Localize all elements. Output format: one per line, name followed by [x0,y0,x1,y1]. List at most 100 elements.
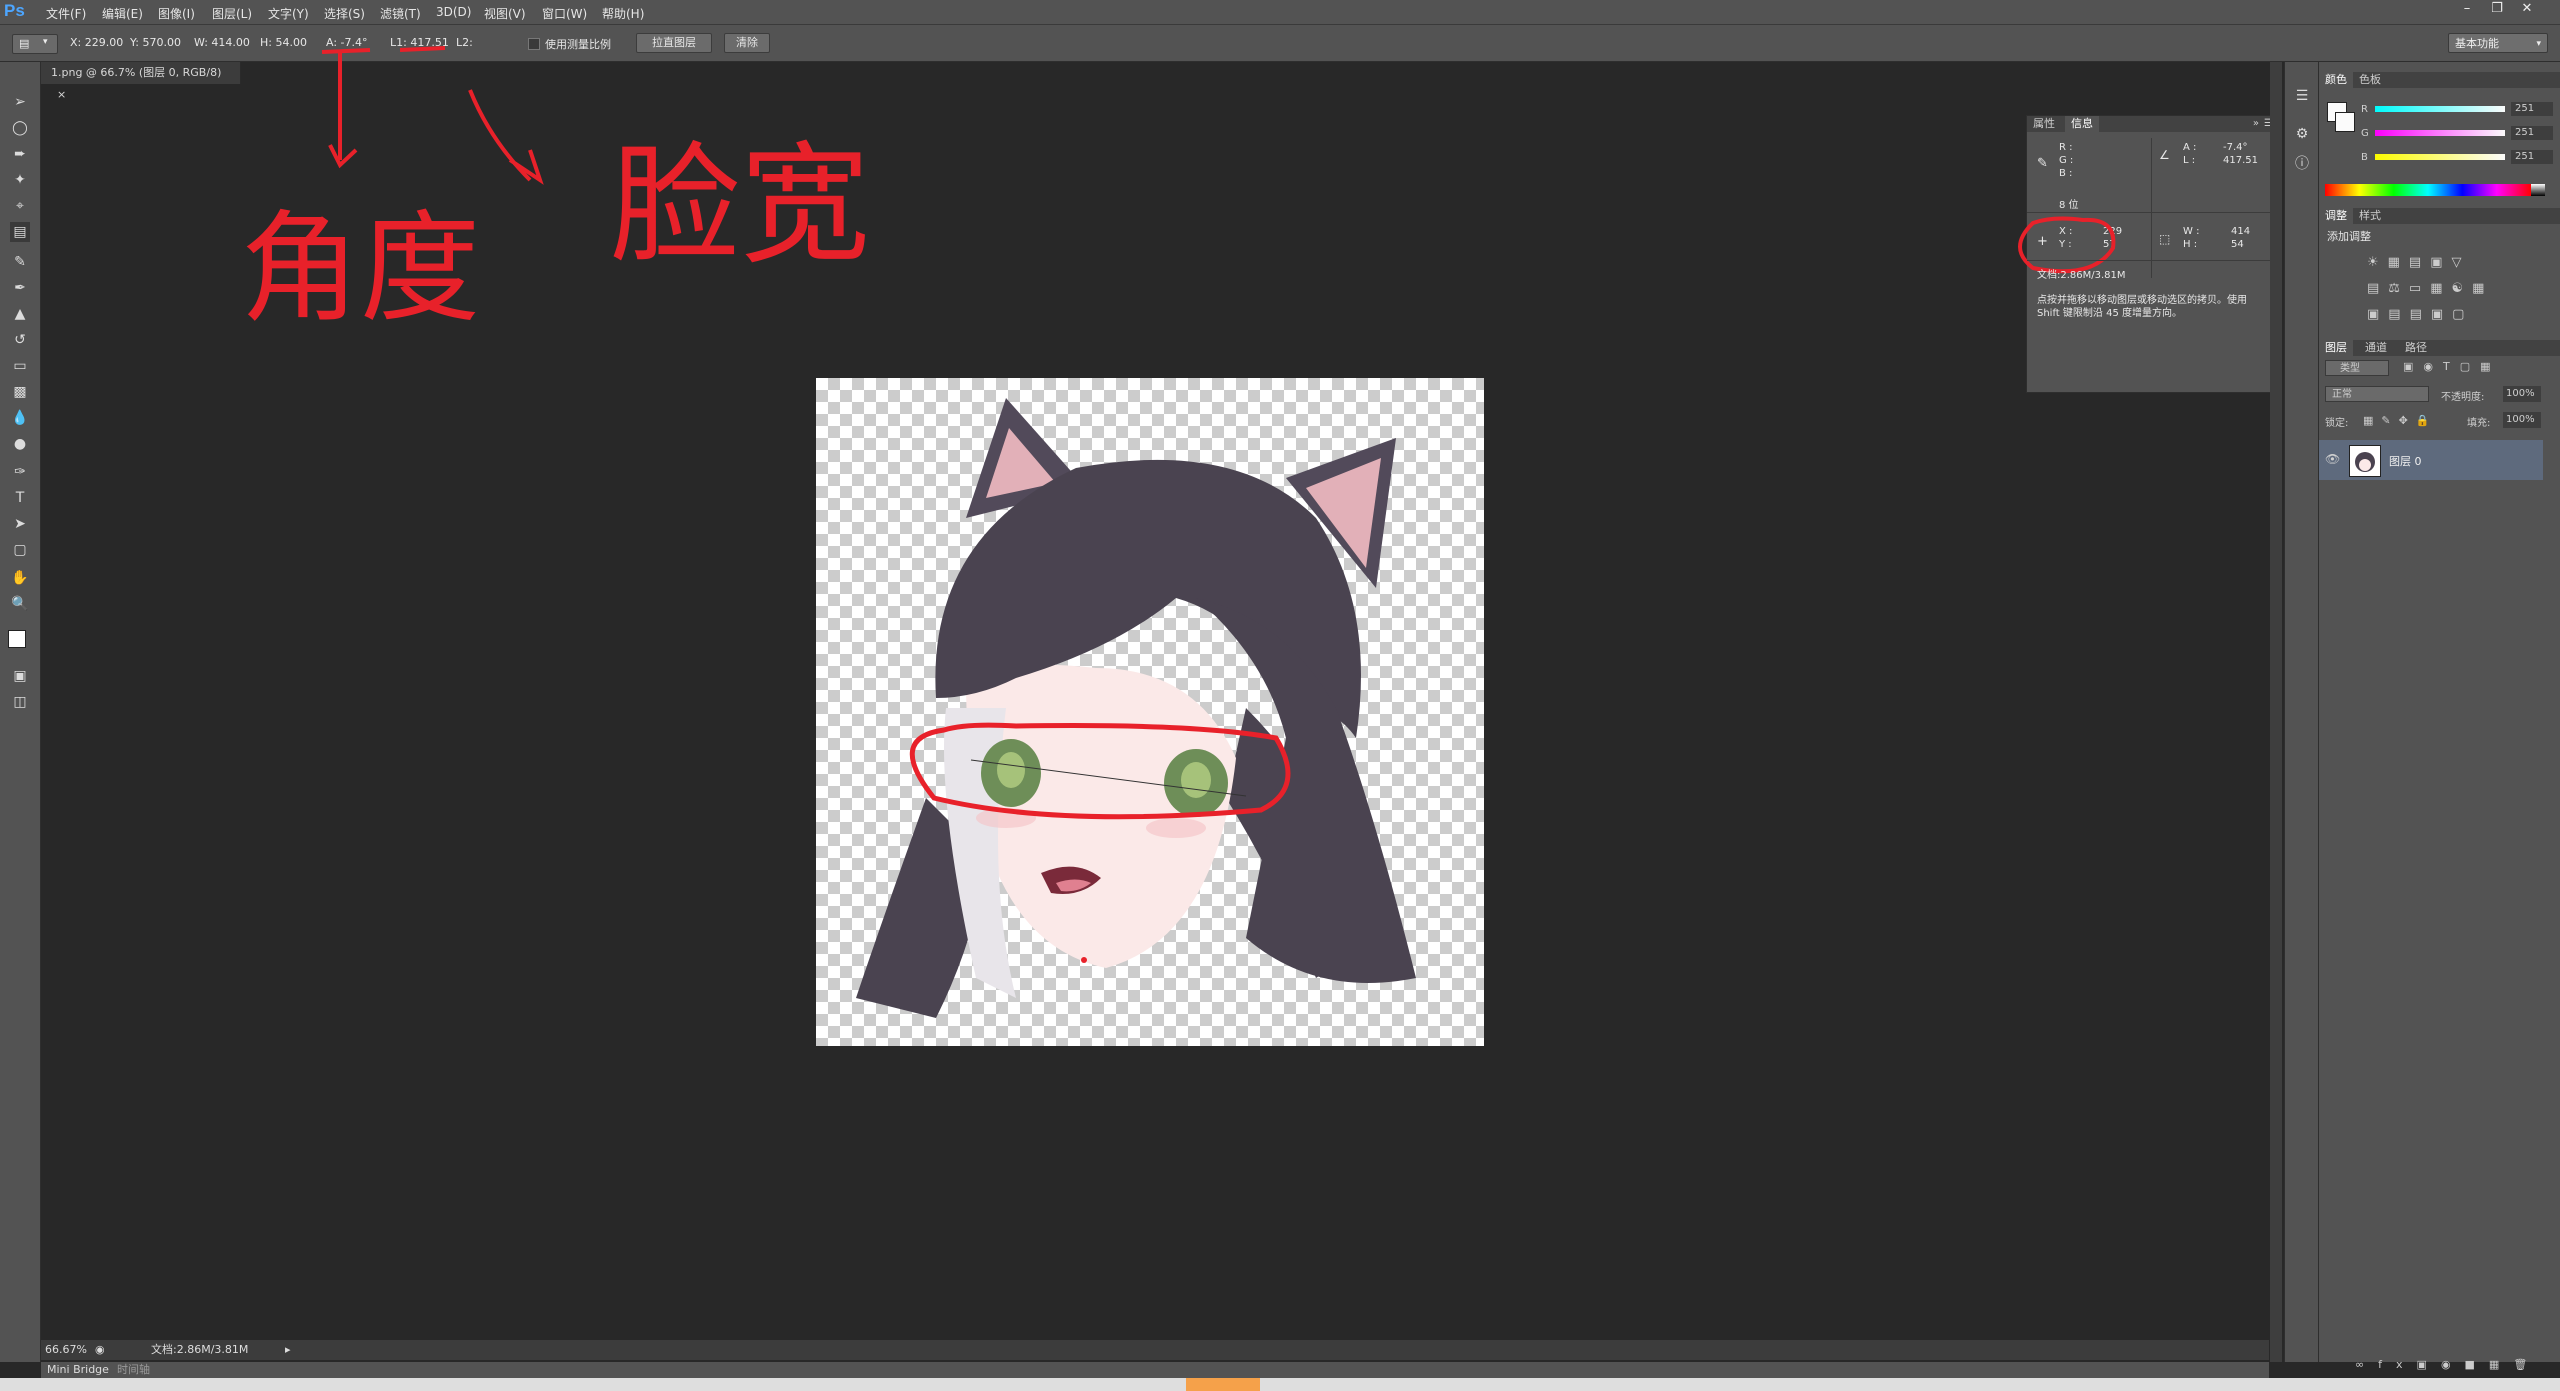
document-tab[interactable]: 1.png @ 66.7% (图层 0, RGB/8) × [41,62,241,101]
vertical-scrollbar[interactable] [2270,62,2282,1362]
document-canvas[interactable] [816,378,1484,1046]
color-spectrum-bar[interactable] [2325,184,2531,196]
properties-icon[interactable]: ⚙ [2292,124,2312,144]
quick-mask-icon[interactable]: ▣ [10,666,30,686]
tab-layers[interactable]: 图层 [2319,340,2353,356]
menu-window[interactable]: 窗口(W) [542,5,587,22]
tab-channels[interactable]: 通道 [2359,340,2393,356]
brush-tool-icon[interactable]: ✒ [10,278,30,298]
stamp-tool-icon[interactable]: ▲ [10,304,30,324]
layer-name[interactable]: 图层 0 [2389,453,2422,469]
tab-info[interactable]: 信息 [2065,116,2099,132]
layer-filter-select[interactable]: 类型 [2325,360,2389,376]
minimize-icon[interactable]: – [2452,0,2482,18]
fill-input[interactable]: 100% [2503,412,2541,428]
taskbar-active-item[interactable] [1186,1378,1260,1391]
info-l-value: 417.51 [2223,155,2258,166]
menu-file[interactable]: 文件(F) [46,5,86,22]
x-readout: X: 229.00 [70,36,124,49]
menu-view[interactable]: 视图(V) [484,5,526,22]
y-readout: Y: 570.00 [130,36,181,49]
adjustment-icons-grid[interactable]: ☀▦▤▣▽ ▤⚖▭▦☯▦ ▣▤▤▣▢ [2367,250,2517,340]
layers-footer-icons[interactable]: ∞fx▣◉■▦🗑 [2355,1358,2545,1372]
info-g-label: G : [2059,155,2074,166]
info-h-value: 54 [2231,239,2244,250]
tab-mini-bridge[interactable]: Mini Bridge [47,1362,109,1378]
color-g-slider[interactable] [2375,130,2505,136]
menu-image[interactable]: 图像(I) [158,5,195,22]
opacity-input[interactable]: 100% [2503,386,2541,402]
menu-edit[interactable]: 编辑(E) [102,5,143,22]
panel-collapse-icon[interactable]: » [2253,116,2259,132]
crop-tool-icon[interactable]: ⌖ [10,196,30,216]
info-icon[interactable]: ⓘ [2292,154,2312,174]
tab-adjustments[interactable]: 调整 [2319,208,2353,224]
background-color-swatch[interactable] [2335,112,2355,132]
bottom-panel-tabs: Mini Bridge 时间轴 [41,1362,2269,1378]
history-icon[interactable]: ☰ [2292,86,2312,106]
tab-color[interactable]: 颜色 [2319,72,2353,88]
fill-label: 填充: [2467,418,2491,429]
healing-brush-icon[interactable]: ✎ [10,252,30,272]
blur-tool-icon[interactable]: 💧 [10,408,30,428]
type-tool-icon[interactable]: T [10,488,30,508]
ruler-tool-icon[interactable]: ▤ [10,222,30,242]
foreground-color-swatch[interactable] [8,630,26,648]
blend-mode-select[interactable]: 正常 [2325,386,2429,402]
tab-styles[interactable]: 样式 [2353,208,2387,224]
gradient-tool-icon[interactable]: ▩ [10,382,30,402]
tab-properties[interactable]: 属性 [2027,116,2061,132]
history-brush-icon[interactable]: ↺ [10,330,30,350]
color-r-slider[interactable] [2375,106,2505,112]
info-w-label: W : [2183,226,2200,237]
character-artwork [856,398,1416,1018]
marquee-tool-icon[interactable]: ◯ [10,118,30,138]
blend-mode-label: 正常 [2332,389,2352,400]
menu-type[interactable]: 文字(Y) [268,5,309,22]
tab-timeline[interactable]: 时间轴 [117,1362,150,1378]
color-b-slider[interactable] [2375,154,2505,160]
menu-select[interactable]: 选择(S) [324,5,365,22]
shape-tool-icon[interactable]: ▢ [10,540,30,560]
path-select-icon[interactable]: ➤ [10,514,30,534]
tab-swatches[interactable]: 色板 [2353,72,2387,88]
black-white-ramp[interactable] [2531,184,2545,196]
zoom-level[interactable]: 66.67% [45,1340,87,1360]
color-g-value[interactable]: 251 [2511,126,2553,140]
status-menu-arrow-icon[interactable]: ▸ [285,1340,291,1360]
layer-filter-icons[interactable]: ▣◉T▢▦ [2403,360,2553,376]
layer-row[interactable]: 👁 图层 0 [2319,440,2543,480]
info-doc-size: 文档:2.86M/3.81M [2037,270,2126,281]
menu-help[interactable]: 帮助(H) [602,5,644,22]
divider [2027,260,2277,261]
close-icon[interactable]: × [57,88,66,101]
eye-icon[interactable]: 👁 [2325,452,2340,466]
zoom-tool-icon[interactable]: 🔍 [10,594,30,614]
dodge-tool-icon[interactable]: ● [10,434,30,454]
move-tool-icon[interactable]: ➢ [10,92,30,112]
lock-icons[interactable]: ▦✎✥🔒 [2363,414,2443,428]
menu-filter[interactable]: 滤镜(T) [380,5,421,22]
ruler-tool-preset-picker[interactable]: ▤ ▾ [12,34,58,54]
lasso-tool-icon[interactable]: ➨ [10,144,30,164]
color-panel-tabs: 颜色 色板 [2319,72,2560,88]
restore-icon[interactable]: ❐ [2482,0,2512,18]
adjust-panel-tabs: 调整 样式 [2319,208,2560,224]
menu-3d[interactable]: 3D(D) [436,5,471,19]
tab-paths[interactable]: 路径 [2399,340,2433,356]
info-h-label: H : [2183,239,2198,250]
taskbar-strip [0,1378,2560,1391]
eraser-tool-icon[interactable]: ▭ [10,356,30,376]
close-icon[interactable]: ✕ [2512,0,2542,18]
info-a-label: A : [2183,142,2197,153]
menu-layer[interactable]: 图层(L) [212,5,252,22]
screen-mode-icon[interactable]: ◫ [10,692,30,712]
info-w-value: 414 [2231,226,2251,237]
pen-tool-icon[interactable]: ✑ [10,462,30,482]
hand-tool-icon[interactable]: ✋ [10,568,30,588]
tools-panel: ➢ ◯ ➨ ✦ ⌖ ▤ ✎ ✒ ▲ ↺ ▭ ▩ 💧 ● ✑ T ➤ ▢ ✋ 🔍 … [0,62,41,1362]
magic-wand-tool-icon[interactable]: ✦ [10,170,30,190]
color-b-value[interactable]: 251 [2511,150,2553,164]
workspace-select[interactable]: 基本功能 ▾ [2448,33,2548,53]
color-r-value[interactable]: 251 [2511,102,2553,116]
